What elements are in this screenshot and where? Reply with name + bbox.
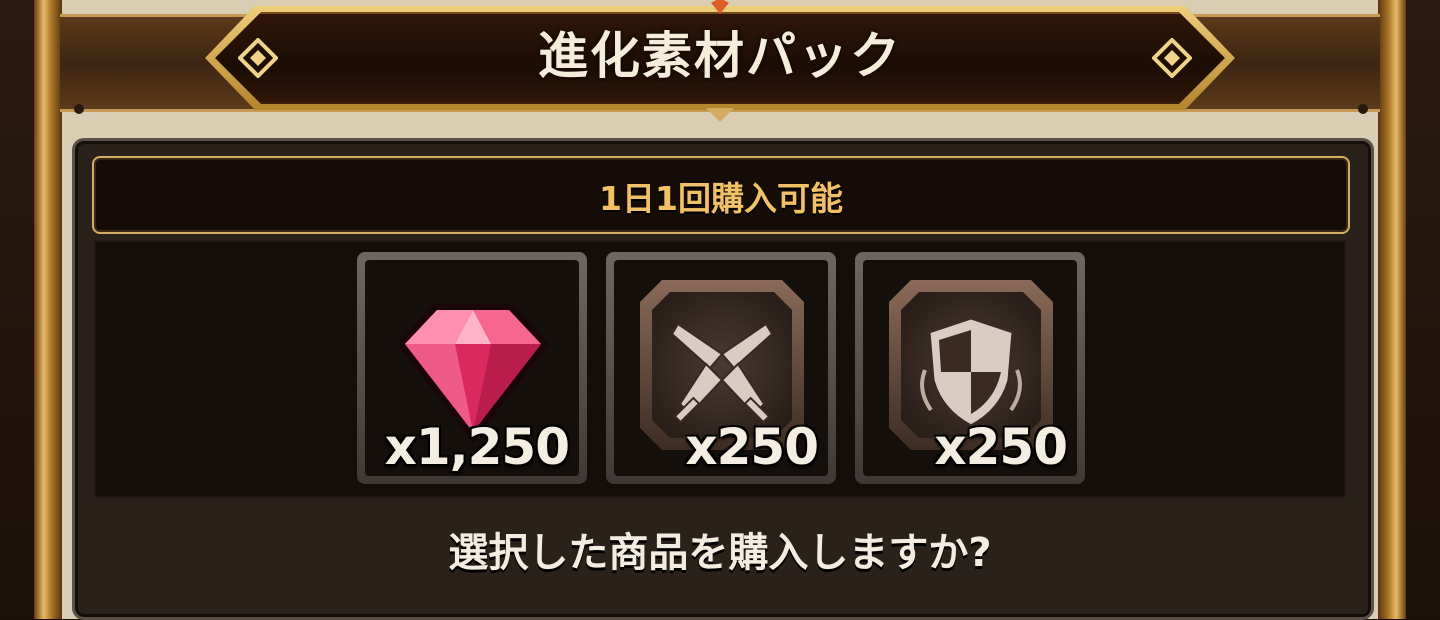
- item-slot-attack-material[interactable]: x250: [606, 252, 836, 484]
- slot-inner: x1,250: [365, 260, 579, 476]
- item-slot-defense-material[interactable]: x250: [855, 252, 1085, 484]
- slot-inner: x250: [614, 260, 828, 476]
- slot-inner: x250: [863, 260, 1077, 476]
- purchase-limit-text: 1日1回購入可能: [599, 179, 843, 218]
- rivet: [1358, 104, 1368, 114]
- item-quantity: x250: [685, 418, 819, 476]
- confirm-question: 選択した商品を購入しますか?: [448, 530, 992, 576]
- dialog-title: 進化素材パック: [538, 27, 902, 85]
- item-quantity: x250: [934, 418, 1068, 476]
- item-slot-gem[interactable]: x1,250: [357, 252, 587, 484]
- crossed-swords-icon: [670, 322, 774, 424]
- item-quantity: x1,250: [384, 418, 570, 476]
- checkered-shield-icon: [920, 316, 1022, 428]
- rivet: [74, 104, 84, 114]
